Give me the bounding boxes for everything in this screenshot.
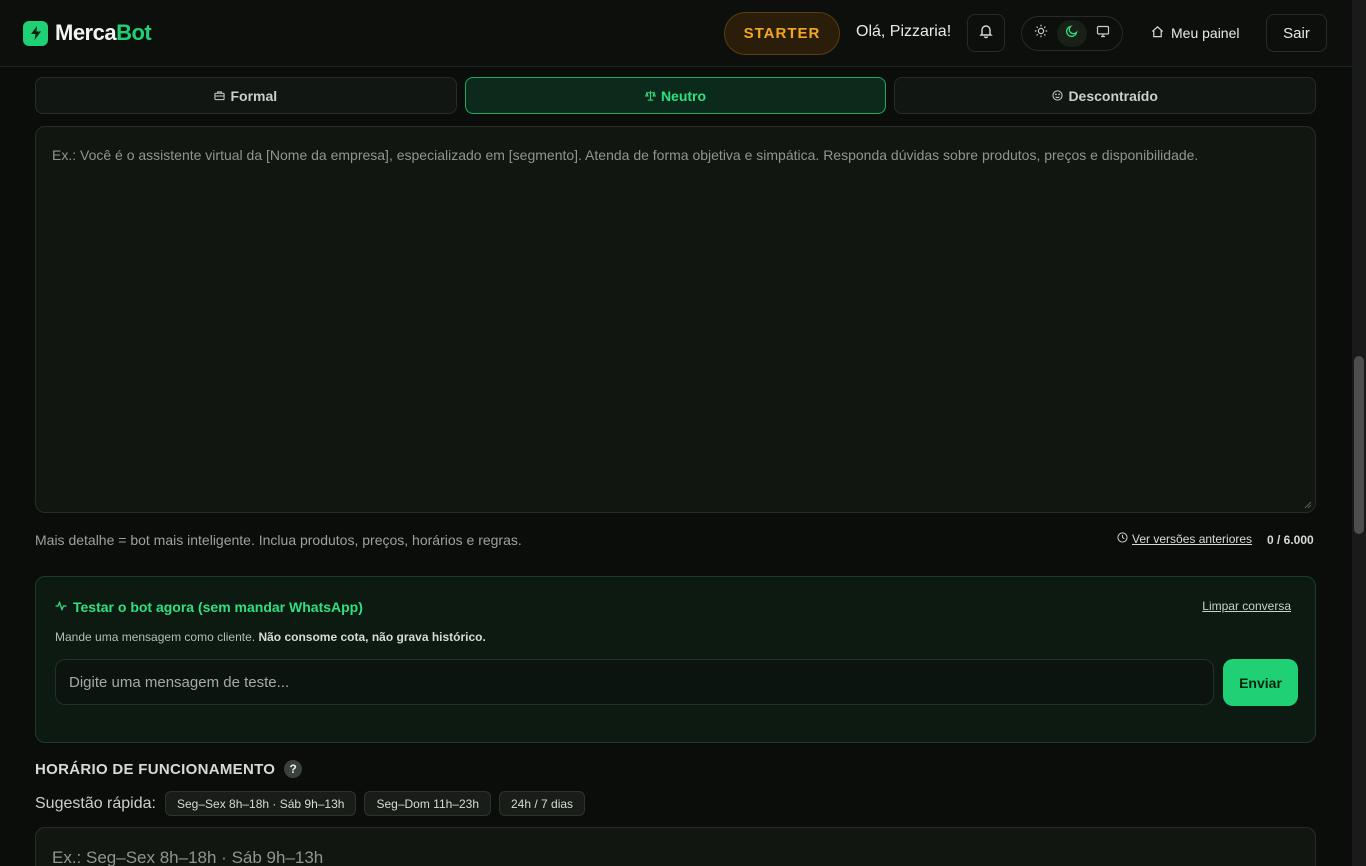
scale-icon [644, 88, 656, 104]
quick-suggestions: Sugestão rápida: Seg–Sex 8h–18h · Sáb 9h… [35, 791, 586, 816]
logo-text: MercaBot [55, 20, 152, 46]
theme-switcher [1021, 16, 1123, 51]
tone-neutral-label: Neutro [660, 87, 707, 104]
prompt-helper-text: Mais detalhe = bot mais inteligente. Inc… [35, 532, 522, 548]
lightning-icon [23, 20, 48, 46]
monitor-icon [1096, 24, 1110, 43]
bell-icon [978, 23, 994, 44]
resize-handle-icon[interactable] [1304, 501, 1312, 509]
home-icon [1151, 25, 1164, 41]
prompt-placeholder: Ex.: Você é o assistente virtual da [Nom… [52, 147, 1199, 163]
bot-prompt-textarea[interactable]: Ex.: Você é o assistente virtual da [Nom… [35, 126, 1316, 513]
moon-icon [1065, 24, 1079, 43]
logout-button[interactable]: Sair [1266, 14, 1327, 52]
suggestion-chip[interactable]: 24h / 7 dias [499, 791, 586, 816]
tone-formal-label: Formal [230, 87, 278, 104]
theme-dark-button[interactable] [1056, 20, 1087, 47]
versions-link-label: Ver versões anteriores [1132, 532, 1253, 546]
hours-input[interactable]: Ex.: Seg–Sex 8h–18h · Sáb 9h–13h [35, 827, 1316, 866]
tone-selector: Formal Neutro Descontraído [35, 77, 1317, 114]
hours-title-text: HORÁRIO DE FUNCIONAMENTO [35, 760, 276, 778]
hours-section-title: HORÁRIO DE FUNCIONAMENTO ? [35, 760, 303, 778]
quick-suggestions-label: Sugestão rápida: [35, 794, 156, 812]
tone-casual-button[interactable]: Descontraído [894, 77, 1317, 114]
versions-link[interactable]: Ver versões anteriores [1117, 532, 1252, 546]
test-bot-panel: Testar o bot agora (sem mandar WhatsApp)… [35, 576, 1316, 743]
send-button[interactable]: Enviar [1223, 659, 1298, 706]
dashboard-link[interactable]: Meu painel [1151, 25, 1240, 41]
suggestion-chip[interactable]: Seg–Sex 8h–18h · Sáb 9h–13h [164, 791, 357, 816]
greeting: Olá, Pizzaria! [856, 23, 952, 40]
test-panel-description: Mande uma mensagem como cliente. Não con… [55, 630, 486, 644]
activity-icon [55, 599, 67, 615]
hours-placeholder: Ex.: Seg–Sex 8h–18h · Sáb 9h–13h [52, 848, 324, 866]
help-icon[interactable]: ? [284, 760, 303, 778]
suggestion-chip[interactable]: Seg–Dom 11h–23h [364, 791, 491, 816]
tone-casual-label: Descontraído [1068, 87, 1158, 104]
notifications-button[interactable] [967, 14, 1005, 52]
logo-text-part2: Bot [116, 20, 152, 45]
tone-formal-button[interactable]: Formal [35, 77, 457, 114]
tone-neutral-button[interactable]: Neutro [464, 77, 887, 114]
smile-icon [1052, 88, 1064, 104]
theme-light-button[interactable] [1026, 20, 1056, 47]
test-panel-title-text: Testar o bot agora (sem mandar WhatsApp) [73, 599, 363, 615]
test-desc-plain: Mande uma mensagem como cliente. [55, 630, 256, 644]
top-header: MercaBot STARTER Olá, Pizzaria! Meu pain… [0, 0, 1352, 67]
test-message-input[interactable]: Digite uma mensagem de teste... [55, 659, 1214, 705]
clock-icon [1117, 532, 1128, 546]
sun-icon [1034, 24, 1048, 43]
plan-badge[interactable]: STARTER [724, 12, 840, 55]
dashboard-link-label: Meu painel [1171, 25, 1240, 41]
logo[interactable]: MercaBot [23, 20, 152, 46]
test-desc-bold: Não consome cota, não grava histórico. [258, 630, 486, 644]
clear-conversation-link[interactable]: Limpar conversa [1202, 599, 1291, 613]
logo-text-part1: Merca [55, 20, 117, 45]
page-scrollbar[interactable] [1352, 0, 1366, 866]
test-panel-title: Testar o bot agora (sem mandar WhatsApp) [55, 599, 363, 615]
briefcase-icon [214, 88, 226, 104]
character-counter: 0 / 6.000 [1267, 533, 1314, 547]
theme-system-button[interactable] [1088, 20, 1118, 47]
test-input-placeholder: Digite uma mensagem de teste... [69, 673, 290, 691]
scrollbar-thumb[interactable] [1354, 356, 1364, 534]
